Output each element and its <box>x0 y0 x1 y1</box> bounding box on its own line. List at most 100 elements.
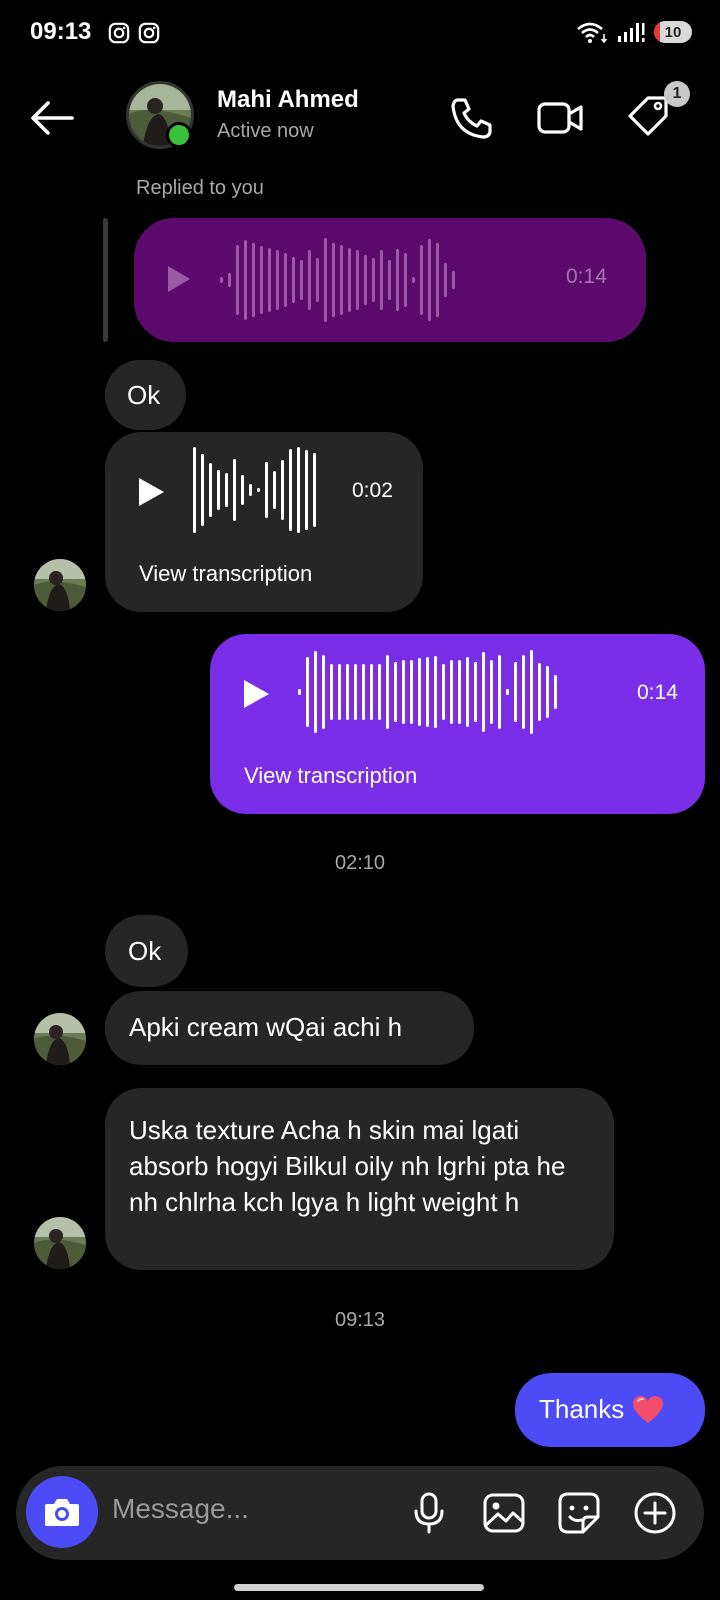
notification-badge: 1 <box>664 81 690 107</box>
waveform-bar <box>362 664 365 720</box>
waveform-bar <box>394 662 397 722</box>
message-bubble[interactable]: Ok <box>105 915 188 987</box>
waveform-bar <box>276 250 279 310</box>
waveform-bar <box>289 449 292 531</box>
home-indicator[interactable] <box>234 1584 484 1591</box>
phone-icon[interactable] <box>448 94 496 142</box>
view-transcription-link[interactable]: View transcription <box>139 561 312 587</box>
waveform <box>220 232 455 328</box>
waveform-bar <box>372 258 375 302</box>
waveform-bar <box>474 662 477 722</box>
heart-emoji <box>633 1396 664 1423</box>
avatar-photo <box>34 1013 86 1065</box>
waveform-bar <box>370 664 373 720</box>
waveform-bar <box>305 450 308 530</box>
message-bubble[interactable]: Ok <box>105 360 186 430</box>
waveform-bar <box>490 660 493 724</box>
waveform-bar <box>338 664 341 720</box>
message-text: Ok <box>127 380 161 410</box>
waveform-bar <box>434 656 437 728</box>
waveform-bar <box>330 664 333 720</box>
waveform-bar <box>442 664 445 720</box>
waveform-bar <box>281 460 284 520</box>
waveform-bar <box>444 263 447 297</box>
incoming-voice-message[interactable]: 0:02 View transcription <box>105 432 423 612</box>
sticker-icon[interactable] <box>557 1491 601 1535</box>
sender-avatar[interactable] <box>34 1013 86 1065</box>
replied-label: Replied to you <box>136 177 264 199</box>
play-icon[interactable] <box>242 678 272 710</box>
voice-duration: 0:14 <box>566 265 607 288</box>
waveform-bar <box>322 655 325 729</box>
play-icon[interactable] <box>166 264 192 294</box>
waveform-bar <box>316 258 319 302</box>
waveform-bar <box>466 657 469 727</box>
waveform-bar <box>538 663 541 721</box>
waveform-bar <box>498 655 501 729</box>
waveform-bar <box>388 260 391 300</box>
reply-voice-preview[interactable]: 0:14 <box>134 218 646 342</box>
microphone-icon[interactable] <box>407 1491 451 1535</box>
sender-avatar[interactable] <box>34 1217 86 1269</box>
waveform-bar <box>225 473 228 507</box>
status-time: 09:13 <box>30 18 92 45</box>
waveform-bar <box>233 459 236 521</box>
waveform-bar <box>546 666 549 718</box>
waveform-bar <box>236 245 239 315</box>
video-icon[interactable] <box>536 94 584 142</box>
waveform-bar <box>257 488 260 492</box>
waveform-bar <box>332 243 335 317</box>
view-transcription-link[interactable]: View transcription <box>244 763 417 789</box>
waveform-bar <box>364 255 367 305</box>
waveform-bar <box>418 658 421 726</box>
waveform-bar <box>452 271 455 289</box>
camera-icon <box>45 1499 79 1526</box>
outgoing-voice-message[interactable]: 0:14 View transcription <box>210 634 705 814</box>
camera-button[interactable] <box>26 1476 98 1548</box>
waveform-bar <box>378 664 381 720</box>
waveform-bar <box>201 454 204 526</box>
timestamp: 09:13 <box>334 1309 386 1331</box>
waveform-bar <box>380 250 383 310</box>
waveform-bar <box>260 246 263 314</box>
tag-icon[interactable] <box>624 94 672 142</box>
voice-duration: 0:02 <box>352 479 393 502</box>
battery-icon: 10 <box>654 21 692 43</box>
waveform-bar <box>265 462 268 518</box>
waveform-bar <box>340 245 343 315</box>
sender-avatar[interactable] <box>34 559 86 611</box>
wifi-icon <box>577 22 608 44</box>
message-bubble[interactable]: Apki cream wQai achi h <box>105 991 474 1065</box>
gallery-icon[interactable] <box>482 1491 526 1535</box>
online-indicator <box>166 122 192 148</box>
waveform-bar <box>241 475 244 505</box>
message-bubble[interactable]: Uska texture Acha h skin mai lgati absor… <box>105 1088 614 1270</box>
waveform-bar <box>356 250 359 310</box>
waveform-bar <box>410 660 413 724</box>
waveform-bar <box>220 277 223 283</box>
waveform-bar <box>458 660 461 724</box>
instagram-icon <box>108 22 130 44</box>
waveform-bar <box>450 660 453 724</box>
waveform-bar <box>268 248 271 312</box>
waveform-bar <box>228 273 231 287</box>
instagram-icon <box>138 22 160 44</box>
waveform-bar <box>348 248 351 312</box>
message-text: Thanks <box>539 1394 625 1424</box>
plus-icon[interactable] <box>633 1491 677 1535</box>
contact-name[interactable]: Mahi Ahmed <box>217 86 359 114</box>
reply-bar <box>103 218 108 342</box>
message-text: Ok <box>128 936 162 966</box>
back-arrow-icon[interactable] <box>26 96 78 140</box>
waveform-bar <box>426 657 429 727</box>
waveform-bar <box>428 239 431 321</box>
status-indicators: 10 <box>576 20 692 44</box>
waveform-bar <box>514 662 517 722</box>
waveform-bar <box>297 447 300 533</box>
outgoing-message-bubble[interactable]: Thanks <box>515 1373 705 1447</box>
waveform-bar <box>436 243 439 317</box>
waveform-bar <box>273 471 276 509</box>
play-icon[interactable] <box>137 476 167 508</box>
message-input[interactable]: Message... <box>112 1493 249 1525</box>
waveform-bar <box>324 238 327 322</box>
